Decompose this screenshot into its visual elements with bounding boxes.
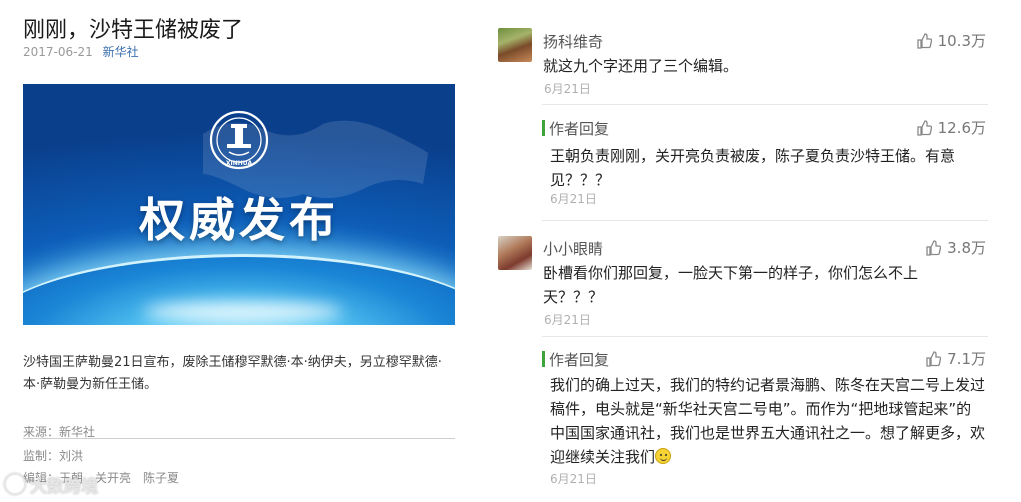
comment-text: 就这九个字还用了三个编辑。 [543,57,739,75]
comment-username[interactable]: 小小眼睛 [543,238,603,259]
article-banner-image: XINHUA 权威发布 [23,84,455,325]
article-source-link[interactable]: 新华社 [103,45,139,59]
comment-text: 卧槽看你们那回复，一脸天下第一的样子，你们怎么不上天？？？ [543,264,919,306]
like-count: 7.1万 [947,350,986,368]
thumbs-up-icon [916,119,932,136]
watermark-logo-icon [4,473,26,495]
comment-divider [542,336,988,337]
article-body: 沙特国王萨勒曼21日宣布，废除王储穆罕默德·本·纳伊夫，另立穆罕默德·本·萨勒曼… [23,355,442,392]
reply-text-content: 我们的确上过天，我们的特约记者景海鹏、陈冬在天宫二号上发过稿件，电头就是“新华社… [550,376,986,466]
reply-text: 我们的确上过天，我们的特约记者景海鹏、陈冬在天宫二号上发过稿件，电头就是“新华社… [550,373,986,469]
article-divider [23,438,455,439]
logo-lettering: XINHUA [226,160,253,167]
article-panel: 刚刚，沙特王储被废了 2017-06-21 新华社 XINHUA 权威发布 沙特… [0,0,470,502]
like-button[interactable]: 10.3万 [916,30,986,51]
article-supervisor: 监制：刘洪 [23,449,84,463]
article-title: 刚刚，沙特王储被废了 [23,18,244,43]
thumbs-up-icon [916,32,932,49]
author-reply-label: 作者回复 [549,351,610,369]
thumbs-up-icon [926,350,942,367]
like-count: 3.8万 [947,239,986,257]
comment-divider [542,104,988,105]
article-meta: 2017-06-21 新华社 [23,43,139,60]
reply-date: 6月21日 [550,472,597,486]
banner-light-flare [143,302,343,322]
comment-date: 6月21日 [544,82,591,96]
like-count: 10.3万 [937,32,986,50]
banner-headline: 权威发布 [139,193,339,247]
reply-text: 王朝负责刚刚，关开亮负责被废，陈子夏负责沙特王储。有意见？？？ [550,147,956,189]
reply-indicator [542,351,545,367]
like-button[interactable]: 3.8万 [925,237,986,258]
like-button[interactable]: 12.6万 [916,117,986,138]
comment-divider [542,220,988,221]
watermark: 大数跨境 [4,470,98,498]
article-date: 2017-06-21 [23,45,93,59]
comments-panel: 扬科维奇 10.3万 就这九个字还用了三个编辑。 6月21日 作者回复 12.6… [492,0,1012,502]
author-reply-label: 作者回复 [549,120,610,138]
smiley-emoji-icon [655,448,672,464]
avatar[interactable] [498,28,532,62]
thumbs-up-icon [926,239,942,256]
xinhua-logo-icon: XINHUA [209,110,269,170]
avatar[interactable] [498,236,532,270]
comment-date: 6月21日 [544,313,591,327]
reply-indicator [542,120,545,136]
reply-date: 6月21日 [550,192,597,206]
watermark-text: 大数跨境 [30,476,98,497]
comment-username[interactable]: 扬科维奇 [543,31,603,52]
like-button[interactable]: 7.1万 [925,348,986,369]
like-count: 12.6万 [937,119,986,137]
